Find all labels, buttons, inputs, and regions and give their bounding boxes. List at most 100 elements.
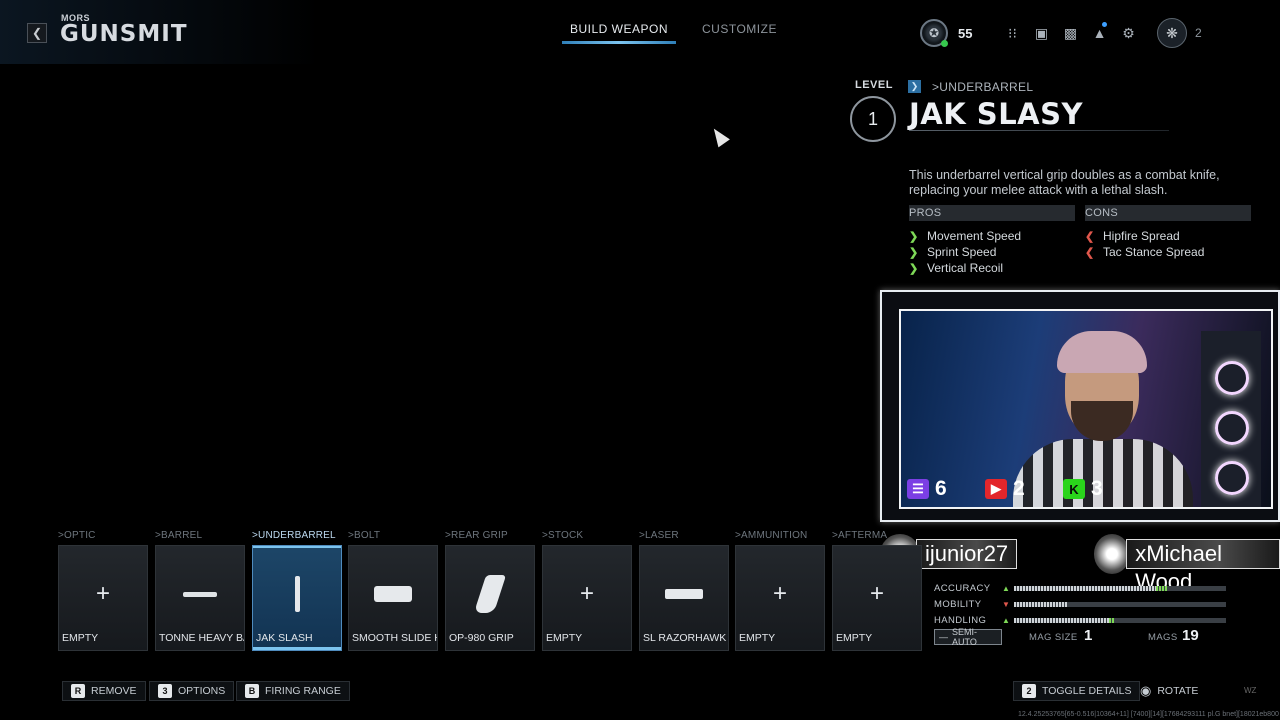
- mouse-icon: ◉: [1140, 683, 1152, 698]
- webcam-video: ☰ 6 ▶ 2 K 3: [899, 309, 1273, 509]
- bolt-icon: [349, 574, 437, 614]
- rank-badge-wrap[interactable]: ✪: [920, 19, 948, 47]
- options-button[interactable]: 3 OPTIONS: [149, 681, 235, 701]
- tab-build-weapon[interactable]: BUILD WEAPON: [562, 20, 677, 44]
- key-hint: 3: [158, 684, 172, 698]
- slot-underbarrel[interactable]: >UNDERBARREL JAK SLASH: [252, 530, 342, 651]
- grid-icon[interactable]: ⁝⁝: [998, 25, 1027, 42]
- stat-delta: [1156, 585, 1167, 591]
- gamertag-name: xMichael Wood: [1126, 539, 1280, 594]
- gamertag-name: ijunior27: [916, 539, 1018, 569]
- slot-card[interactable]: + EMPTY: [542, 545, 632, 651]
- slot-card[interactable]: + EMPTY: [832, 545, 922, 651]
- stat-label: HANDLING: [934, 614, 987, 626]
- gamertag-banner: ijunior27 xMichael Wood: [880, 533, 1280, 594]
- slot-stock[interactable]: >STOCK + EMPTY: [542, 530, 632, 651]
- mouse-cursor-icon: [708, 124, 730, 148]
- slot-card[interactable]: SMOOTH SLIDE H: [348, 545, 438, 651]
- pros-panel: PROS ❯ Movement Speed ❯ Sprint Speed ❯ Vert…: [909, 205, 1075, 276]
- gear-icon[interactable]: ⚙: [1114, 25, 1143, 42]
- tab-customize[interactable]: CUSTOMIZE: [694, 20, 785, 44]
- twitch-count: 6: [935, 477, 947, 500]
- attachment-category: >UNDERBARREL: [932, 80, 1034, 94]
- top-bar: ❮ MORS GUNSMIT BUILD WEAPON CUSTOMIZE ✪ …: [0, 0, 1280, 64]
- tab-bar: BUILD WEAPON CUSTOMIZE: [562, 20, 785, 44]
- chevron-right-icon: ❯: [909, 246, 919, 259]
- pro-item: ❯ Sprint Speed: [909, 244, 1075, 260]
- slot-category: >AFTERMA: [832, 530, 888, 541]
- slot-optic[interactable]: >OPTIC + EMPTY: [58, 530, 148, 651]
- slot-card[interactable]: SL RAZORHAWK: [639, 545, 729, 651]
- options-label: OPTIONS: [178, 685, 226, 697]
- slot-laser[interactable]: >LASER SL RAZORHAWK: [639, 530, 729, 651]
- arrow-down-icon: ▼: [1002, 599, 1010, 609]
- slot-category: >OPTIC: [58, 530, 96, 541]
- grip-icon: [253, 574, 341, 614]
- slot-card[interactable]: OP-980 GRIP: [445, 545, 535, 651]
- camera-icon[interactable]: ▩: [1056, 25, 1085, 42]
- bell-icon[interactable]: ▲: [1085, 22, 1114, 41]
- chevron-left-icon: ❮: [1085, 230, 1095, 243]
- mag-size-label: MAG SIZE: [1029, 632, 1078, 643]
- slot-barrel[interactable]: >BARREL TONNE HEAVY BA: [155, 530, 245, 651]
- firing-range-button[interactable]: B FIRING RANGE: [236, 681, 350, 701]
- slot-card[interactable]: + EMPTY: [58, 545, 148, 651]
- slot-card[interactable]: JAK SLASH: [252, 545, 342, 651]
- fire-mode-label: SEMI-AUTO: [952, 627, 978, 647]
- fire-mode-icon: —: [939, 632, 948, 642]
- stat-label: MOBILITY: [934, 598, 982, 610]
- slot-category: >LASER: [639, 530, 679, 541]
- wz-badge: WZ: [1244, 686, 1257, 695]
- plus-icon: +: [869, 580, 884, 607]
- twitch-icon: ☰: [907, 479, 929, 499]
- slot-aftermarket[interactable]: >AFTERMA + EMPTY: [832, 530, 922, 651]
- youtube-icon: ▶: [985, 479, 1007, 499]
- mags-label: MAGS: [1148, 632, 1178, 643]
- remove-label: REMOVE: [91, 685, 137, 697]
- kick-icon: K: [1063, 479, 1085, 499]
- fire-mode-badge: — SEMI-AUTO: [934, 627, 1002, 647]
- stat-mobility: MOBILITY ▼: [934, 596, 1234, 612]
- lock-icon[interactable]: ▣: [1027, 25, 1056, 42]
- pro-label: Movement Speed: [927, 229, 1022, 243]
- plus-icon: +: [95, 580, 110, 607]
- stat-handling: HANDLING ▲: [934, 612, 1234, 628]
- con-item: ❮ Tac Stance Spread: [1085, 244, 1251, 260]
- slot-bolt[interactable]: >BOLT SMOOTH SLIDE H: [348, 530, 438, 651]
- mag-size-value: 1: [1084, 627, 1093, 644]
- slot-ammunition[interactable]: >AMMUNITION + EMPTY: [735, 530, 825, 651]
- avatar: [1094, 534, 1131, 574]
- notification-dot: [1102, 22, 1107, 27]
- gamertag-card: xMichael Wood: [1094, 533, 1280, 594]
- slot-name: EMPTY: [739, 632, 776, 644]
- player-emblem-icon[interactable]: ❋: [1157, 18, 1187, 48]
- slot-card[interactable]: + EMPTY: [735, 545, 825, 651]
- slot-name: OP-980 GRIP: [449, 632, 514, 644]
- rotate-button[interactable]: ◉ ROTATE: [1132, 681, 1206, 701]
- slot-category: >REAR GRIP: [445, 530, 508, 541]
- remove-button[interactable]: R REMOVE: [62, 681, 146, 701]
- con-item: ❮ Hipfire Spread: [1085, 228, 1251, 244]
- twitch-stat: ☰ 6: [907, 477, 947, 501]
- slot-name: SMOOTH SLIDE H: [352, 632, 438, 644]
- slot-category: >BARREL: [155, 530, 203, 541]
- stat-bar: [1014, 585, 1226, 591]
- slot-category: >STOCK: [542, 530, 584, 541]
- pros-heading: PROS: [909, 205, 1075, 221]
- back-button[interactable]: ❮: [27, 23, 47, 43]
- slot-card[interactable]: TONNE HEAVY BA: [155, 545, 245, 651]
- pro-label: Sprint Speed: [927, 245, 997, 259]
- slot-rear-grip[interactable]: >REAR GRIP OP-980 GRIP: [445, 530, 535, 651]
- arrow-up-icon: ▲: [1002, 583, 1010, 593]
- con-label: Tac Stance Spread: [1103, 245, 1205, 259]
- stat-bar: [1014, 617, 1226, 623]
- party-count: 2: [1195, 26, 1202, 40]
- key-hint: R: [71, 684, 85, 698]
- kick-count: 3: [1091, 477, 1103, 500]
- toggle-details-button[interactable]: 2 TOGGLE DETAILS: [1013, 681, 1141, 701]
- slot-category: >BOLT: [348, 530, 381, 541]
- toggle-details-label: TOGGLE DETAILS: [1042, 685, 1132, 697]
- slot-name: SL RAZORHAWK: [643, 632, 727, 644]
- level-badge: 1: [850, 96, 896, 142]
- chevron-left-icon: ❮: [1085, 246, 1095, 259]
